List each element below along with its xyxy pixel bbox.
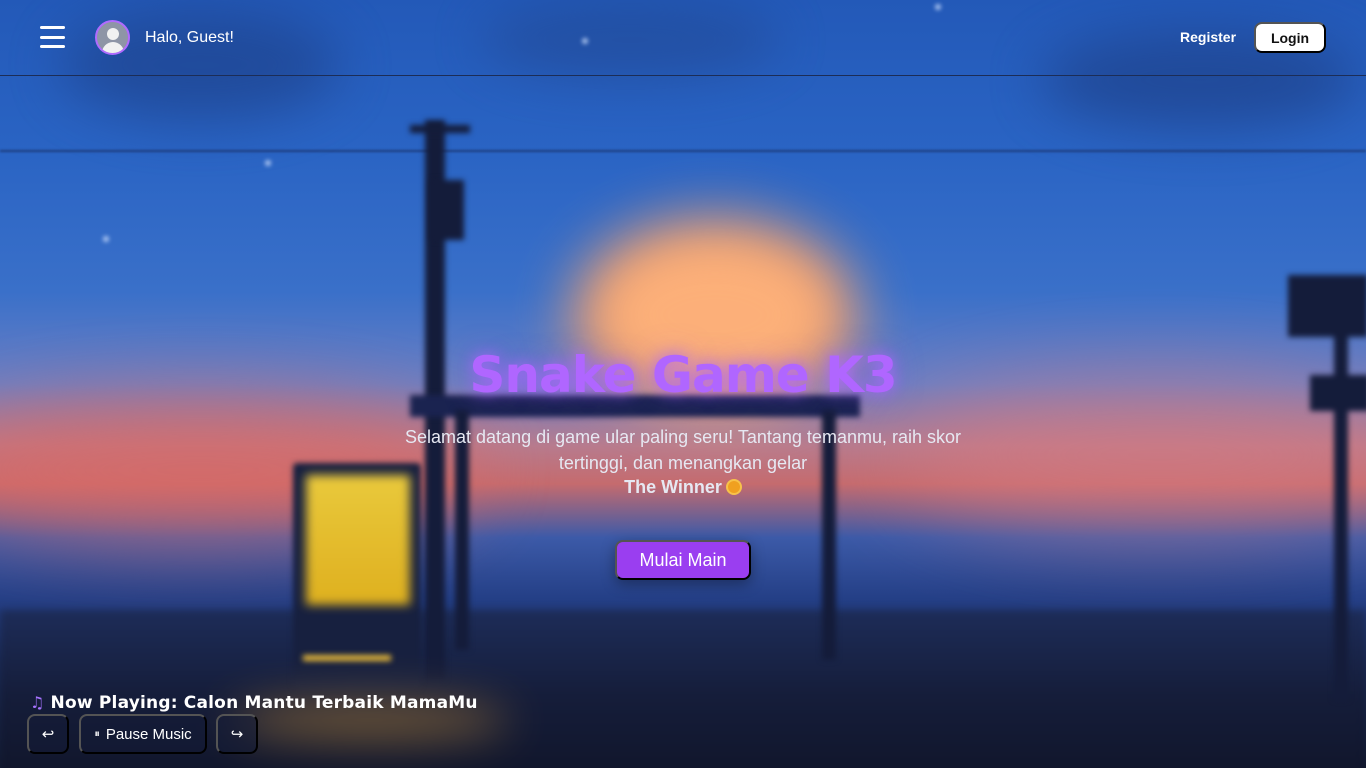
vending-machine-slot: [303, 655, 391, 661]
greeting-text: Halo, Guest!: [145, 29, 234, 46]
login-button[interactable]: Login: [1254, 22, 1326, 53]
start-game-button[interactable]: Mulai Main: [615, 540, 751, 580]
medal-icon: [725, 479, 742, 495]
now-playing: ♫ Now Playing: Calon Mantu Terbaik MamaMu: [30, 693, 478, 713]
music-note-icon: ♫: [30, 693, 45, 712]
register-link[interactable]: Register: [1180, 29, 1236, 45]
top-navbar: Halo, Guest! Register Login: [0, 0, 1366, 76]
hamburger-menu-icon[interactable]: [40, 26, 65, 48]
previous-icon: ↩: [41, 726, 55, 743]
next-track-button[interactable]: ↪: [216, 714, 258, 754]
pause-music-label: Pause Music: [105, 725, 192, 743]
star: [265, 160, 271, 166]
user-avatar-icon[interactable]: [95, 20, 130, 55]
star: [103, 236, 109, 242]
winner-line: The Winner: [0, 477, 1366, 498]
next-icon: ↪: [230, 726, 244, 743]
previous-track-button[interactable]: ↩: [27, 714, 69, 754]
hero-title: Snake Game K3: [469, 346, 897, 404]
winner-text: The Winner: [624, 477, 722, 497]
road-sign: [1288, 275, 1366, 337]
utility-pole-box: [430, 180, 464, 240]
pause-icon: ⏸: [94, 727, 99, 740]
utility-pole-arm: [410, 125, 470, 133]
power-wire: [0, 150, 1366, 152]
pause-music-button[interactable]: ⏸ Pause Music: [79, 714, 207, 754]
now-playing-text: Now Playing: Calon Mantu Terbaik MamaMu: [50, 693, 478, 713]
hero-subtitle: Selamat datang di game ular paling seru!…: [405, 427, 961, 473]
